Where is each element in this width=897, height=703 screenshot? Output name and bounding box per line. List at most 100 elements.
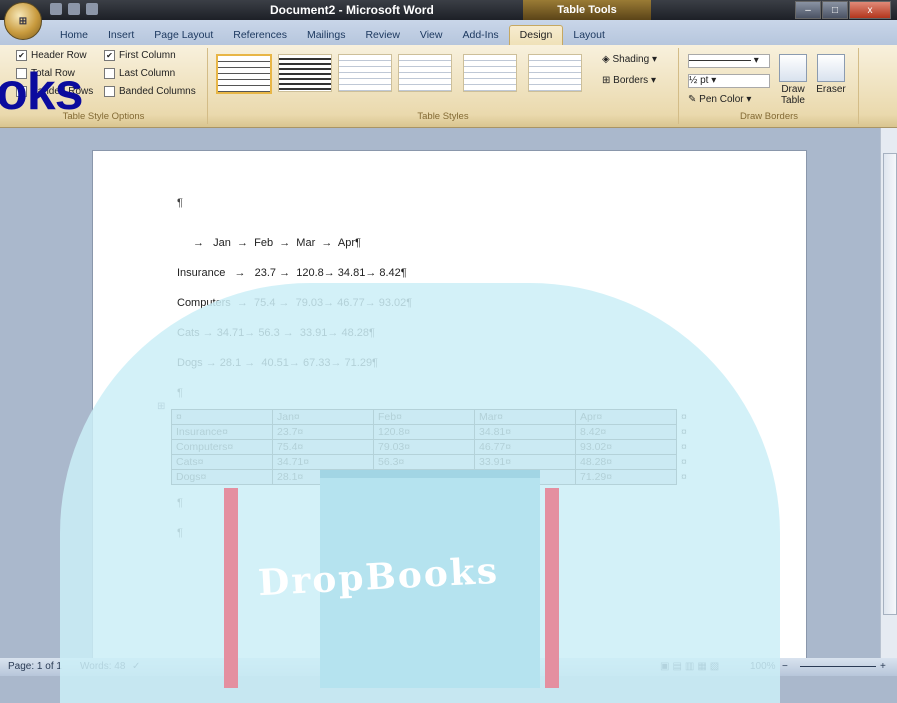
- table-cell[interactable]: 33.91¤: [474, 454, 576, 470]
- table-style-6[interactable]: [528, 54, 582, 92]
- first-column-option[interactable]: ✔ First Column: [104, 50, 176, 61]
- table-cell[interactable]: Feb¤: [373, 409, 475, 425]
- table-cell[interactable]: 79.03¤: [373, 439, 475, 455]
- table-style-1[interactable]: [216, 54, 272, 94]
- tab-line-dogs[interactable]: Dogs → 28.1 → 40.51→ 67.33→ 71.29¶: [177, 357, 378, 369]
- eraser-label: Eraser: [816, 84, 846, 95]
- maximize-button[interactable]: □: [822, 1, 848, 19]
- draw-borders-label: Draw Borders: [739, 111, 799, 122]
- tab-insert[interactable]: Insert: [98, 29, 144, 45]
- word-count[interactable]: Words: 48: [80, 661, 125, 672]
- table-cell[interactable]: Dogs¤: [171, 469, 273, 485]
- table-cell[interactable]: 56.3¤: [373, 454, 475, 470]
- table-cell[interactable]: 46.77¤: [474, 439, 576, 455]
- table-cell[interactable]: 120.8¤: [373, 424, 475, 440]
- redo-icon[interactable]: [86, 3, 98, 15]
- first-column-label: First Column: [119, 50, 176, 62]
- table-cell[interactable]: Jan¤: [272, 409, 374, 425]
- table-style-4[interactable]: [398, 54, 452, 92]
- last-column-option[interactable]: Last Column: [104, 68, 175, 79]
- line-weight-dropdown[interactable]: ½ pt ▾: [688, 74, 770, 88]
- header-row-label: Header Row: [31, 50, 87, 62]
- row-end-mark: ¤: [681, 456, 687, 468]
- tab-line-insurance[interactable]: Insurance → 23.7 → 120.8→ 34.81→ 8.42¶: [177, 267, 407, 279]
- table-cell[interactable]: Insurance¤: [171, 424, 273, 440]
- header-row-option[interactable]: ✔ Header Row: [16, 50, 87, 61]
- table-cell[interactable]: 40.51¤: [373, 469, 475, 485]
- table-cell[interactable]: 71.29¤: [575, 469, 677, 485]
- data-table[interactable]: ¤ Jan¤ Feb¤ Mar¤ Apr¤ ¤ Insurance¤ 23.7¤…: [171, 409, 692, 485]
- table-cell[interactable]: ¤: [171, 409, 273, 425]
- table-style-2[interactable]: [278, 54, 332, 92]
- table-cell[interactable]: 67.33¤: [474, 469, 576, 485]
- tab-add-ins[interactable]: Add-Ins: [452, 29, 508, 45]
- banded-columns-checkbox[interactable]: [104, 86, 115, 97]
- row-end-mark: ¤: [681, 411, 687, 423]
- zoom-out-button[interactable]: −: [782, 661, 788, 672]
- proofing-icon[interactable]: ✓: [132, 661, 140, 672]
- header-row-checkbox[interactable]: ✔: [16, 50, 27, 61]
- draw-table-button[interactable]: Draw Table: [776, 54, 810, 106]
- quick-access-toolbar[interactable]: [50, 3, 140, 17]
- tab-layout[interactable]: Layout: [563, 29, 615, 45]
- zoom-slider[interactable]: [800, 666, 876, 667]
- table-cell[interactable]: Apr¤: [575, 409, 677, 425]
- undo-icon[interactable]: [68, 3, 80, 15]
- table-cell[interactable]: 93.02¤: [575, 439, 677, 455]
- tab-line-header[interactable]: → Jan → Feb → Mar → Apr¶: [193, 237, 361, 249]
- vertical-scrollbar[interactable]: [880, 128, 897, 658]
- tab-view[interactable]: View: [410, 29, 453, 45]
- tab-review[interactable]: Review: [355, 29, 409, 45]
- scrollbar-thumb[interactable]: [883, 153, 897, 615]
- tab-design[interactable]: Design: [508, 25, 564, 45]
- table-cell[interactable]: 34.81¤: [474, 424, 576, 440]
- office-button[interactable]: ⊞: [4, 2, 42, 40]
- table-row: ¤ Jan¤ Feb¤ Mar¤ Apr¤ ¤: [171, 409, 692, 425]
- save-icon[interactable]: [50, 3, 62, 15]
- tab-page-layout[interactable]: Page Layout: [144, 29, 223, 45]
- table-cell[interactable]: 23.7¤: [272, 424, 374, 440]
- table-cell[interactable]: 34.71¤: [272, 454, 374, 470]
- zoom-level[interactable]: 100%: [750, 661, 776, 672]
- shading-button[interactable]: ◈ Shading ▾: [602, 54, 657, 65]
- line-style-preview: [689, 59, 751, 61]
- tab-line-cats[interactable]: Cats → 34.71→ 56.3 → 33.91→ 48.28¶: [177, 327, 375, 339]
- row-end-mark: ¤: [681, 441, 687, 453]
- line-style-dropdown[interactable]: ▾: [688, 54, 770, 68]
- minimize-button[interactable]: –: [795, 1, 821, 19]
- table-style-3[interactable]: [338, 54, 392, 92]
- table-tools-contextual-label: Table Tools: [523, 0, 651, 20]
- table-styles-label: Table Styles: [417, 111, 469, 122]
- close-button[interactable]: x: [849, 1, 891, 19]
- table-cell[interactable]: 75.4¤: [272, 439, 374, 455]
- tab-line-computers[interactable]: Computers → 75.4 → 79.03→ 46.77→ 93.02¶: [177, 297, 412, 309]
- paragraph-mark: ¶: [177, 527, 183, 539]
- shading-label: Shading: [612, 54, 650, 65]
- last-column-checkbox[interactable]: [104, 68, 115, 79]
- view-buttons[interactable]: ▣▤▥▦▧: [660, 661, 722, 672]
- table-cell[interactable]: Mar¤: [474, 409, 576, 425]
- tab-mailings[interactable]: Mailings: [297, 29, 356, 45]
- table-cell[interactable]: Computers¤: [171, 439, 273, 455]
- office-logo-icon: ⊞: [18, 15, 28, 27]
- table-cell[interactable]: 8.42¤: [575, 424, 677, 440]
- table-row: Cats¤ 34.71¤ 56.3¤ 33.91¤ 48.28¤ ¤: [171, 454, 692, 470]
- table-cell[interactable]: 28.1¤: [272, 469, 374, 485]
- eraser-button[interactable]: Eraser: [814, 54, 848, 95]
- borders-button[interactable]: ⊞ Borders ▾: [602, 75, 656, 86]
- page-count[interactable]: Page: 1 of 1: [8, 661, 62, 672]
- table-cell[interactable]: 48.28¤: [575, 454, 677, 470]
- borders-icon: ⊞: [602, 75, 614, 86]
- first-column-checkbox[interactable]: ✔: [104, 50, 115, 61]
- table-style-5[interactable]: [463, 54, 517, 92]
- banded-columns-option[interactable]: Banded Columns: [104, 86, 196, 97]
- pen-color-button[interactable]: ✎ Pen Color ▾: [688, 94, 751, 105]
- table-cell[interactable]: Cats¤: [171, 454, 273, 470]
- table-move-handle[interactable]: ⊞: [157, 401, 165, 412]
- tab-home[interactable]: Home: [50, 29, 98, 45]
- shading-icon: ◈: [602, 54, 613, 65]
- draw-borders-group: ▾ ½ pt ▾ ✎ Pen Color ▾ Draw Table Eraser …: [680, 48, 859, 124]
- watermark-corner-text: oks: [0, 63, 84, 121]
- zoom-in-button[interactable]: +: [880, 661, 886, 672]
- tab-references[interactable]: References: [223, 29, 297, 45]
